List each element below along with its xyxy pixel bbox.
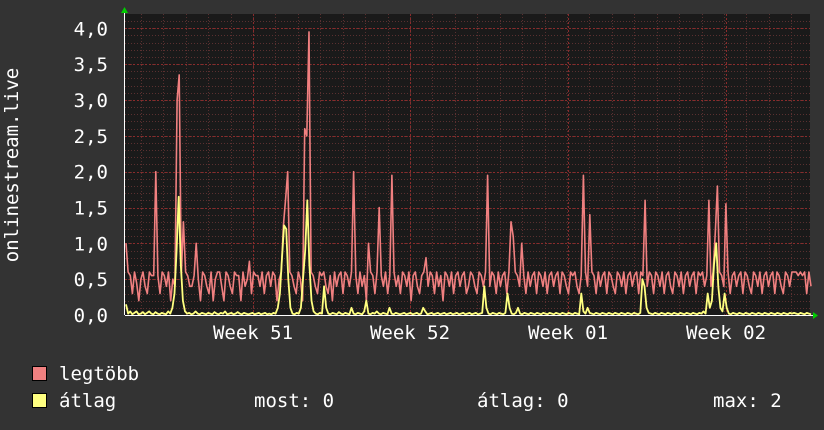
x-tick-label: Week 52 xyxy=(370,322,450,344)
stat-most-value: 0 xyxy=(322,390,335,412)
y-tick-label: 2,0 xyxy=(74,162,108,184)
x-tick-label: Week 51 xyxy=(213,322,293,344)
stat-max: max: 2 xyxy=(713,391,782,411)
y-tick-label: 0,0 xyxy=(74,305,108,327)
stat-atlag-value: 0 xyxy=(557,390,569,412)
x-axis-arrow-icon xyxy=(813,312,818,319)
stat-most: most: 0 xyxy=(254,391,334,411)
stat-most-label: most: xyxy=(254,390,312,412)
y-tick-label: 3,5 xyxy=(74,54,108,76)
y-axis-label: onlinestream.live xyxy=(1,68,23,262)
stat-atlag: átlag: 0 xyxy=(477,391,569,411)
stat-max-value: 2 xyxy=(770,390,782,412)
legend-label-atlag: átlag xyxy=(59,390,117,412)
x-tick-label: Week 02 xyxy=(686,322,766,344)
x-tick-labels: Week 51 Week 52 Week 01 Week 02 xyxy=(213,322,766,344)
y-tick-label: 1,5 xyxy=(74,198,108,220)
stat-atlag-label: átlag: xyxy=(477,390,546,412)
y-tick-label: 4,0 xyxy=(74,18,108,40)
y-axis-arrow-icon xyxy=(121,7,128,13)
y-tick-label: 1,0 xyxy=(74,233,108,255)
y-tick-label: 0,5 xyxy=(74,269,108,291)
legend-swatch-atlag xyxy=(32,393,47,408)
y-tick-label: 2,5 xyxy=(74,126,108,148)
legend-swatch-legtobb xyxy=(32,366,47,381)
x-tick-label: Week 01 xyxy=(528,322,608,344)
legend-label-legtobb: legtöbb xyxy=(59,363,140,385)
y-tick-label: 3,0 xyxy=(74,90,108,112)
y-tick-labels: 0,0 0,5 1,0 1,5 2,0 2,5 3,0 3,5 4,0 xyxy=(74,18,108,327)
stat-max-label: max: xyxy=(713,390,759,412)
